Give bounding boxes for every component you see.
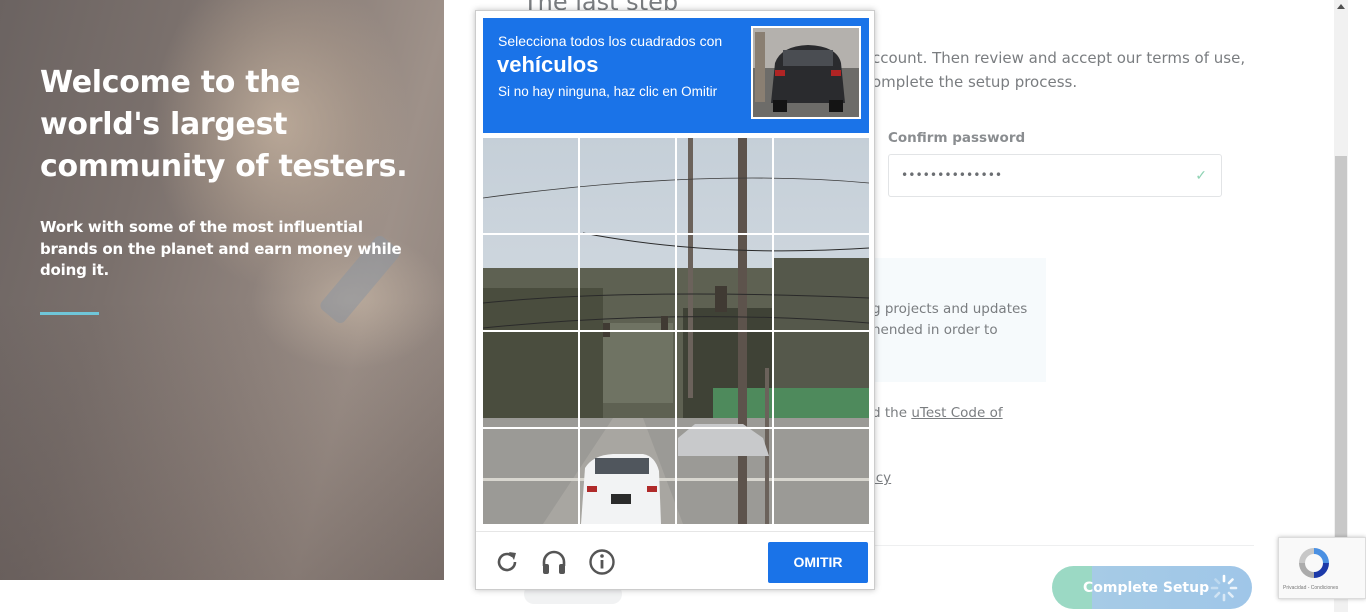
captcha-tile[interactable] xyxy=(677,332,772,427)
captcha-tile[interactable] xyxy=(483,332,578,427)
captcha-tile[interactable] xyxy=(483,138,578,233)
loading-spinner-icon xyxy=(1210,574,1238,602)
hero-accent-line xyxy=(40,312,99,315)
captcha-tile[interactable] xyxy=(774,332,869,427)
sample-car-image xyxy=(753,28,859,117)
skip-button[interactable]: OMITIR xyxy=(768,542,868,583)
captcha-target: vehículos xyxy=(497,52,599,77)
captcha-tile[interactable] xyxy=(677,429,772,524)
page-scrollbar[interactable] xyxy=(1334,0,1348,612)
captcha-sample-image xyxy=(751,26,861,119)
hero-headline: Welcome to the world's largest community… xyxy=(40,65,408,184)
notification-info-text: g projects and updates nended in order t… xyxy=(872,299,1027,341)
reload-icon[interactable] xyxy=(492,547,522,577)
code-of-conduct-link[interactable]: uTest Code of xyxy=(911,405,1002,421)
captcha-tile[interactable] xyxy=(774,235,869,330)
confirm-password-value: •••••••••••••• xyxy=(901,168,1003,182)
info-line: g projects and updates xyxy=(872,301,1028,317)
captcha-header: Selecciona todos los cuadrados con vehíc… xyxy=(483,18,869,133)
captcha-tile[interactable] xyxy=(483,429,578,524)
page: Welcome to the world's largest community… xyxy=(0,0,1366,612)
captcha-tile[interactable] xyxy=(580,235,675,330)
grid-line xyxy=(483,427,869,429)
confirm-password-field[interactable]: •••••••••••••• ✓ xyxy=(888,154,1222,197)
audio-icon[interactable] xyxy=(539,547,569,577)
captcha-tile[interactable] xyxy=(580,138,675,233)
form-divider xyxy=(872,545,1254,546)
info-line: nended in order to xyxy=(872,322,998,338)
notification-info-box: g projects and updates nended in order t… xyxy=(872,258,1046,382)
info-icon[interactable] xyxy=(587,547,617,577)
captcha-tile[interactable] xyxy=(677,235,772,330)
hero-panel: Welcome to the world's largest community… xyxy=(0,0,444,580)
complete-setup-button[interactable]: Complete Setup xyxy=(1052,566,1252,609)
captcha-tile[interactable] xyxy=(774,429,869,524)
grid-line xyxy=(483,233,869,235)
recaptcha-logo-icon xyxy=(1299,548,1329,578)
captcha-tile[interactable] xyxy=(580,332,675,427)
captcha-tile[interactable] xyxy=(580,429,675,524)
captcha-hint: Si no hay ninguna, haz clic en Omitir xyxy=(498,84,718,99)
check-icon: ✓ xyxy=(1195,167,1207,183)
captcha-tile[interactable] xyxy=(774,138,869,233)
recaptcha-badge[interactable]: Privacidad - Condiciones xyxy=(1278,537,1366,599)
code-of-conduct-text: d the uTest Code of xyxy=(872,405,1003,421)
captcha-footer: OMITIR xyxy=(476,531,874,589)
scrollbar-thumb[interactable] xyxy=(1335,156,1347,540)
scroll-up-arrow-icon[interactable] xyxy=(1337,4,1345,9)
captcha-tile[interactable] xyxy=(483,235,578,330)
form-intro: ccount. Then review and accept our terms… xyxy=(872,46,1246,94)
captcha-challenge: Selecciona todos los cuadrados con vehíc… xyxy=(475,10,875,590)
recaptcha-legal-text[interactable]: Privacidad - Condiciones xyxy=(1283,585,1338,591)
code-of-conduct-prefix: d the xyxy=(872,405,908,421)
form-intro-line: ccount. Then review and accept our terms… xyxy=(872,49,1246,67)
complete-setup-label: Complete Setup xyxy=(1083,580,1210,596)
confirm-password-label: Confirm password xyxy=(888,130,1026,146)
hero-subtext: Work with some of the most influential b… xyxy=(40,218,402,279)
captcha-tile[interactable] xyxy=(677,138,772,233)
hero-image-shade xyxy=(0,300,444,580)
captcha-image-grid xyxy=(483,138,869,524)
captcha-instruction: Selecciona todos los cuadrados con xyxy=(498,33,723,49)
grid-line xyxy=(483,330,869,332)
form-intro-line: omplete the setup process. xyxy=(872,73,1078,91)
